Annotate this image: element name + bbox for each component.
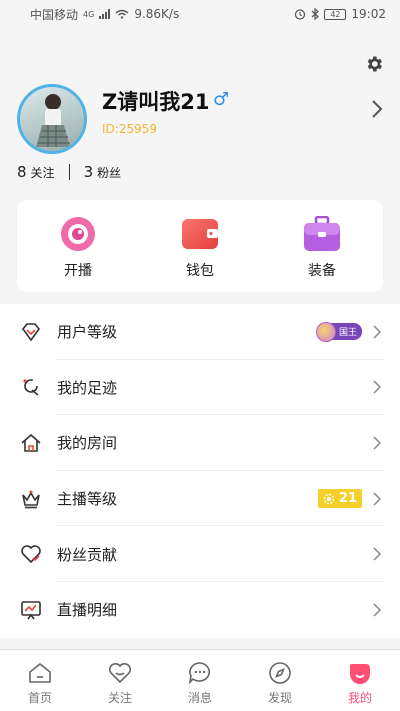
bottom-nav: 首页 关注 消息 发现 我的 (0, 649, 400, 711)
profile-header: Z请叫我21 ♂ ID:25959 8 关注 3 粉丝 (0, 28, 400, 198)
star-gear-icon (323, 493, 335, 504)
quick-action-label: 装备 (308, 263, 336, 279)
quick-action-live[interactable]: 开播 (17, 200, 139, 292)
nav-tab-label: 消息 (187, 691, 212, 705)
crown-icon (22, 490, 40, 508)
quick-action-wallet[interactable]: 钱包 (139, 200, 261, 292)
live-camera-icon (61, 217, 95, 251)
menu-item-footprint[interactable]: 我的足迹 (0, 360, 400, 416)
chevron-right-icon (373, 547, 382, 561)
alarm-icon (295, 9, 306, 20)
home-tab-icon (29, 663, 51, 683)
nav-tab-follow[interactable]: 关注 (80, 650, 160, 711)
follow-stats: 8 关注 3 粉丝 (17, 163, 121, 181)
chevron-right-icon (373, 492, 382, 506)
diamond-icon (21, 322, 41, 342)
network-speed: 9.86K/s (134, 7, 180, 21)
quick-action-equipment[interactable]: 装备 (261, 200, 383, 292)
menu-item-my-room[interactable]: 我的房间 (0, 415, 400, 471)
quick-actions-card: 开播 钱包 装备 (17, 200, 383, 292)
nav-tab-home[interactable]: 首页 (0, 650, 80, 711)
clock: 19:02 (351, 7, 386, 21)
chevron-right-icon (373, 603, 382, 617)
equipment-box-icon (304, 216, 340, 251)
fans-label[interactable]: 粉丝 (97, 164, 121, 181)
mine-tab-icon (350, 664, 370, 684)
footprint-icon (23, 379, 39, 397)
menu-item-label: 主播等级 (57, 490, 118, 509)
nav-tab-discover[interactable]: 发现 (240, 650, 320, 711)
fans-count[interactable]: 3 (84, 163, 94, 181)
wallet-icon (182, 219, 218, 249)
chart-monitor-icon (21, 600, 41, 620)
following-count[interactable]: 8 (17, 163, 27, 181)
king-crest-icon (315, 321, 336, 342)
settings-gear-icon[interactable] (364, 54, 384, 74)
chevron-right-icon (373, 325, 382, 339)
wifi-icon (115, 9, 129, 19)
avatar-photo (36, 94, 70, 147)
bluetooth-icon (312, 8, 320, 20)
home-icon (21, 433, 41, 452)
nav-tab-mine[interactable]: 我的 (320, 650, 400, 711)
follow-tab-icon (109, 663, 131, 684)
menu-item-label: 我的足迹 (57, 378, 118, 397)
nickname: Z请叫我21 (102, 90, 210, 114)
heart-icon (21, 545, 41, 564)
menu-item-label: 粉丝贡献 (57, 545, 118, 564)
menu-item-label: 用户等级 (57, 323, 118, 342)
nav-tab-label: 发现 (267, 691, 292, 705)
male-gender-icon: ♂ (213, 89, 230, 110)
menu-item-fan-contribution[interactable]: 粉丝贡献 (0, 526, 400, 582)
menu-item-user-level[interactable]: 用户等级 国王 (0, 304, 400, 360)
menu-item-live-details[interactable]: 直播明细 (0, 582, 400, 638)
user-id: ID:25959 (102, 122, 157, 136)
status-bar: 中国移动 4G 9.86K/s 42 19:02 (0, 0, 400, 28)
chevron-right-icon (373, 380, 382, 394)
menu-item-anchor-level[interactable]: 主播等级 21 (0, 471, 400, 527)
quick-action-label: 钱包 (186, 263, 214, 279)
menu-item-label: 直播明细 (57, 601, 118, 620)
badge-text: 21 (338, 491, 357, 507)
settings-menu: 用户等级 国王 我的足迹 我的房间 主播等级 21 粉丝贡献 直播明细 (0, 304, 400, 638)
chevron-right-icon (373, 436, 382, 450)
battery-icon: 42 (324, 8, 347, 20)
quick-action-label: 开播 (64, 263, 92, 279)
network-type: 4G (83, 9, 95, 19)
anchor-level-badge: 21 (317, 489, 362, 509)
nav-tab-label: 首页 (27, 691, 52, 705)
signal-icon (99, 9, 111, 19)
nav-tab-messages[interactable]: 消息 (160, 650, 240, 711)
profile-detail-chevron-icon[interactable] (370, 98, 384, 120)
following-label[interactable]: 关注 (31, 164, 55, 181)
message-tab-icon (188, 662, 211, 685)
nav-tab-label: 我的 (347, 691, 372, 705)
carrier-name: 中国移动 (30, 7, 79, 22)
discover-tab-icon (269, 662, 291, 684)
avatar[interactable] (17, 84, 87, 154)
nav-tab-label: 关注 (107, 691, 132, 705)
menu-item-label: 我的房间 (57, 434, 118, 453)
king-level-badge: 国王 (315, 321, 362, 342)
stats-divider (68, 164, 70, 180)
